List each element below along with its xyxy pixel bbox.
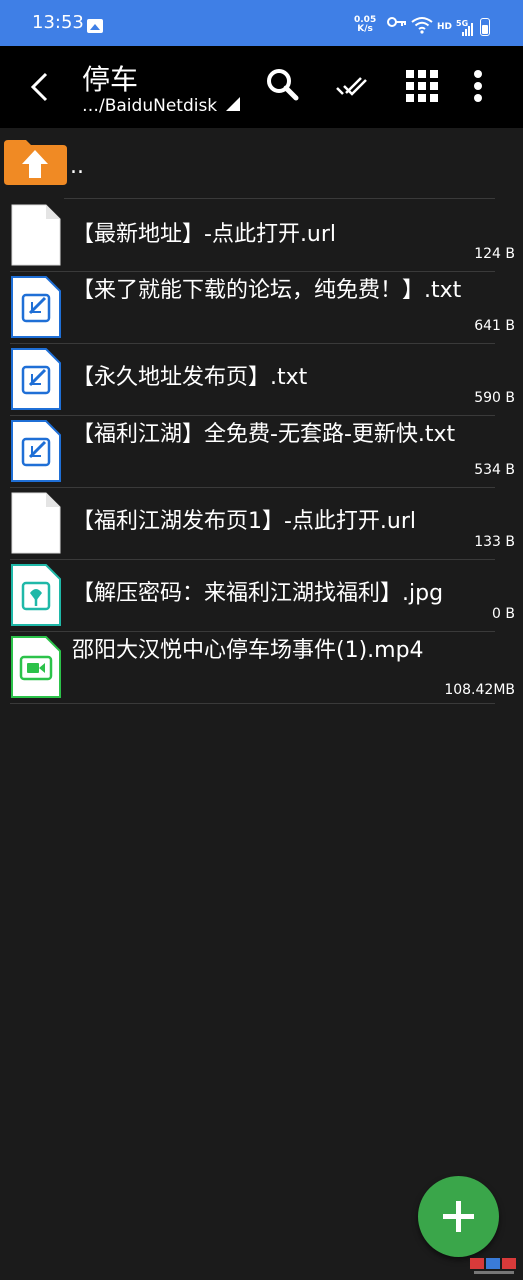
video-file-icon <box>11 636 61 698</box>
network-speed-unit: K/s <box>357 24 373 34</box>
file-size: 133 B <box>474 534 515 550</box>
file-size: 590 B <box>474 390 515 406</box>
select-all-button[interactable] <box>332 66 372 106</box>
watermark-logo <box>470 1258 516 1274</box>
file-size: 108.42MB <box>444 682 515 698</box>
back-button[interactable] <box>26 70 56 104</box>
txt-file-icon <box>11 276 61 338</box>
image-file-icon <box>11 564 61 626</box>
file-name: 【解压密码：来福利江湖找福利】.jpg <box>72 581 444 606</box>
search-button[interactable] <box>263 66 303 106</box>
hd-label: HD <box>437 22 453 32</box>
parent-folder-label: .. <box>70 154 84 179</box>
add-button[interactable] <box>418 1176 499 1257</box>
file-name: 【最新地址】-点此打开.url <box>72 222 337 247</box>
grid-view-icon <box>406 70 438 102</box>
file-size: 124 B <box>474 246 515 262</box>
file-row[interactable]: 【永久地址发布页】.txt 590 B <box>0 344 523 416</box>
folder-path[interactable]: …/BaiduNetdisk <box>82 96 217 116</box>
vpn-key-icon <box>387 16 407 31</box>
status-bar: 13:53 0.05 K/s HD 5G <box>0 0 523 46</box>
wifi-icon <box>411 16 433 37</box>
toolbar: 停车 …/BaiduNetdisk <box>0 46 523 128</box>
more-vert-icon <box>474 70 482 102</box>
signal-icon <box>462 22 474 36</box>
file-row[interactable]: 【福利江湖】全免费-无套路-更新快.txt 534 B <box>0 416 523 488</box>
file-name: 【来了就能下载的论坛，纯免费！】.txt <box>72 278 462 303</box>
path-dropdown-icon[interactable] <box>226 97 240 111</box>
url-file-icon <box>11 204 61 266</box>
file-row[interactable]: 【福利江湖发布页1】-点此打开.url 133 B <box>0 488 523 560</box>
file-size: 534 B <box>474 462 515 478</box>
parent-folder-row[interactable]: .. <box>0 128 523 199</box>
network-speed: 0.05 K/s <box>354 16 376 34</box>
more-options-button[interactable] <box>458 66 498 106</box>
file-size: 641 B <box>474 318 515 334</box>
txt-file-icon <box>11 348 61 410</box>
folder-title: 停车 <box>82 63 139 96</box>
search-icon <box>267 69 299 101</box>
txt-file-icon <box>11 420 61 482</box>
divider <box>64 198 495 199</box>
file-row[interactable]: 邵阳大汉悦中心停车场事件(1).mp4 108.42MB <box>0 632 523 704</box>
file-row[interactable]: 【来了就能下载的论坛，纯免费！】.txt 641 B <box>0 272 523 344</box>
file-name: 邵阳大汉悦中心停车场事件(1).mp4 <box>72 638 424 663</box>
file-row[interactable]: 【最新地址】-点此打开.url 124 B <box>0 200 523 272</box>
file-name: 【福利江湖】全免费-无套路-更新快.txt <box>72 422 456 447</box>
grid-view-button[interactable] <box>402 66 442 106</box>
status-time: 13:53 <box>32 12 84 33</box>
url-file-icon <box>11 492 61 554</box>
gallery-notification-icon <box>87 19 103 33</box>
folder-up-icon <box>4 140 67 185</box>
file-name: 【永久地址发布页】.txt <box>72 365 308 390</box>
double-check-icon <box>336 77 367 96</box>
file-name: 【福利江湖发布页1】-点此打开.url <box>72 509 417 534</box>
back-arrow-icon <box>30 72 48 102</box>
file-size: 0 B <box>492 606 515 622</box>
battery-icon <box>480 18 490 36</box>
file-row[interactable]: 【解压密码：来福利江湖找福利】.jpg 0 B <box>0 560 523 632</box>
divider <box>10 703 495 704</box>
